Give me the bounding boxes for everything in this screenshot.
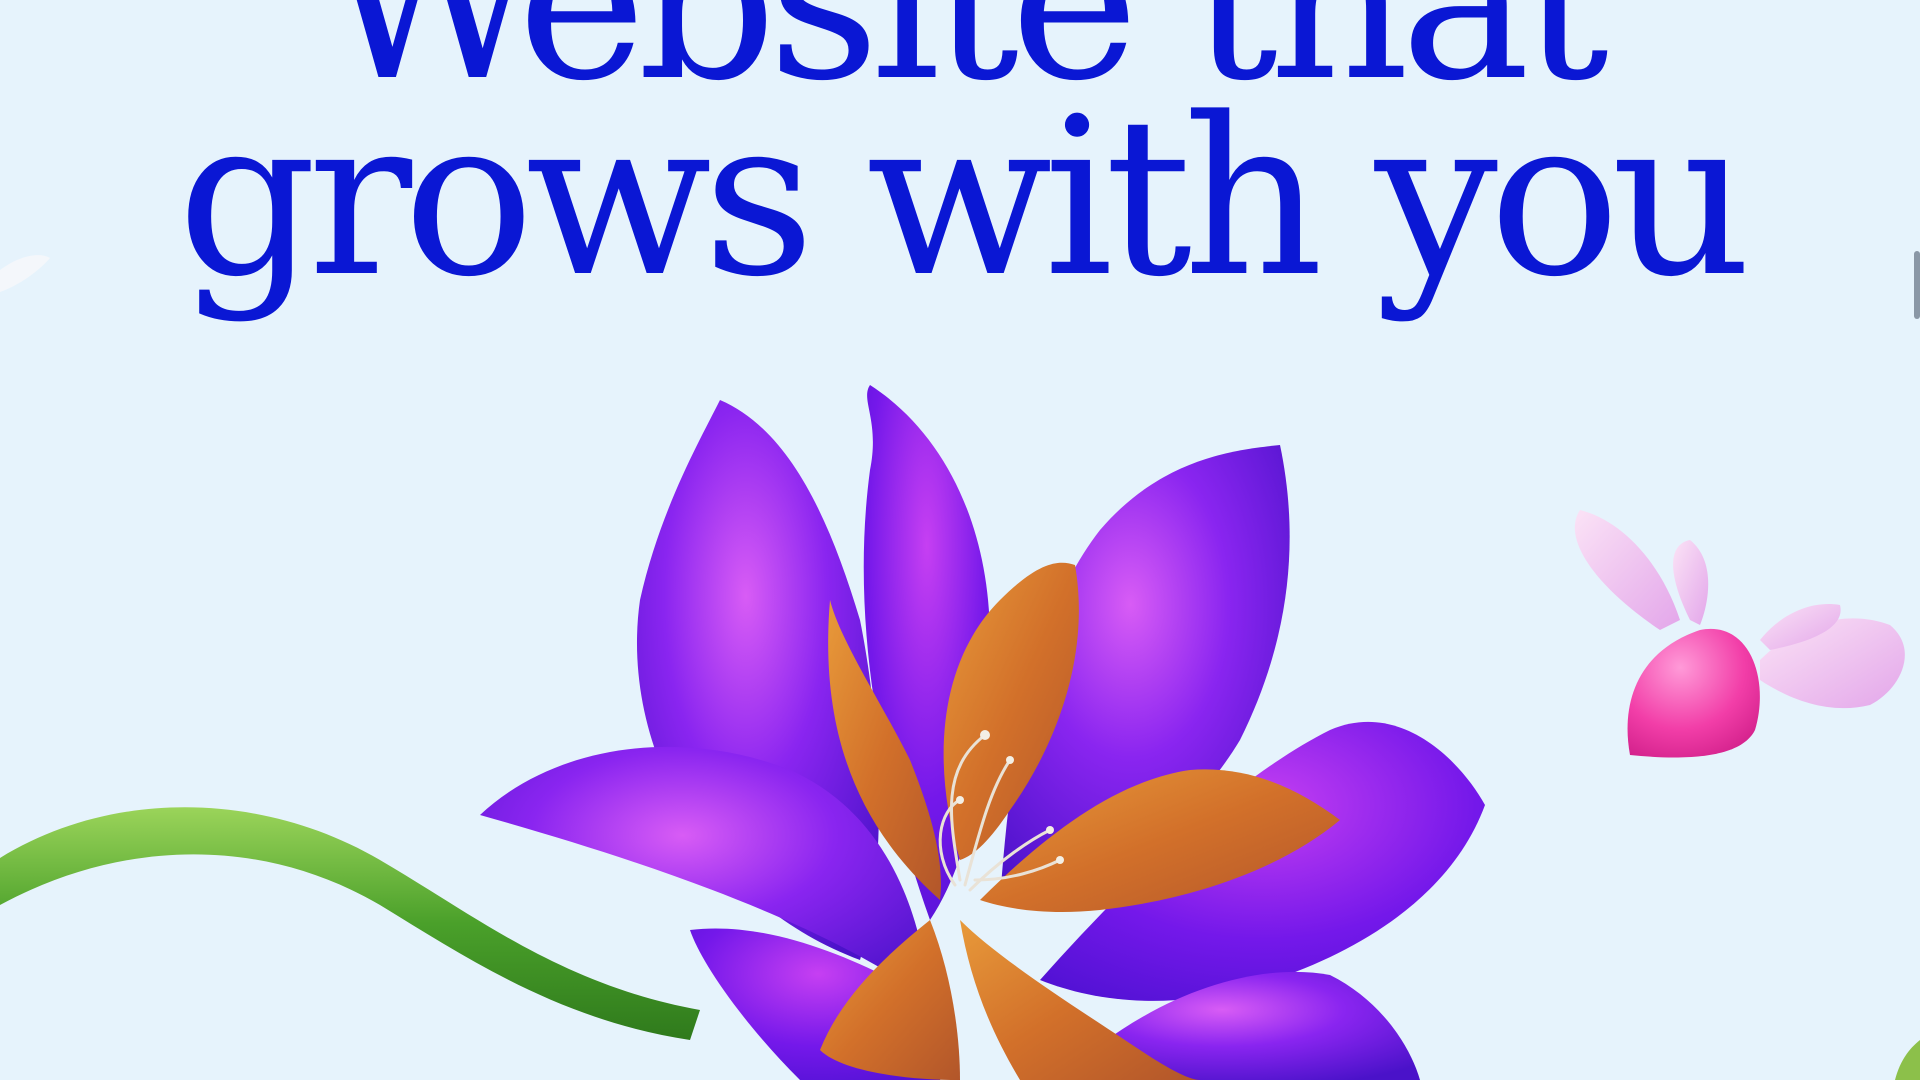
hero-headline: Website that grows with you (0, 0, 1920, 325)
leaf-shape (1895, 1040, 1920, 1080)
scrollbar-thumb[interactable] (1914, 251, 1920, 319)
hero-headline-line-2: grows with you (177, 72, 1751, 325)
flying-bird-shape (1574, 510, 1905, 758)
